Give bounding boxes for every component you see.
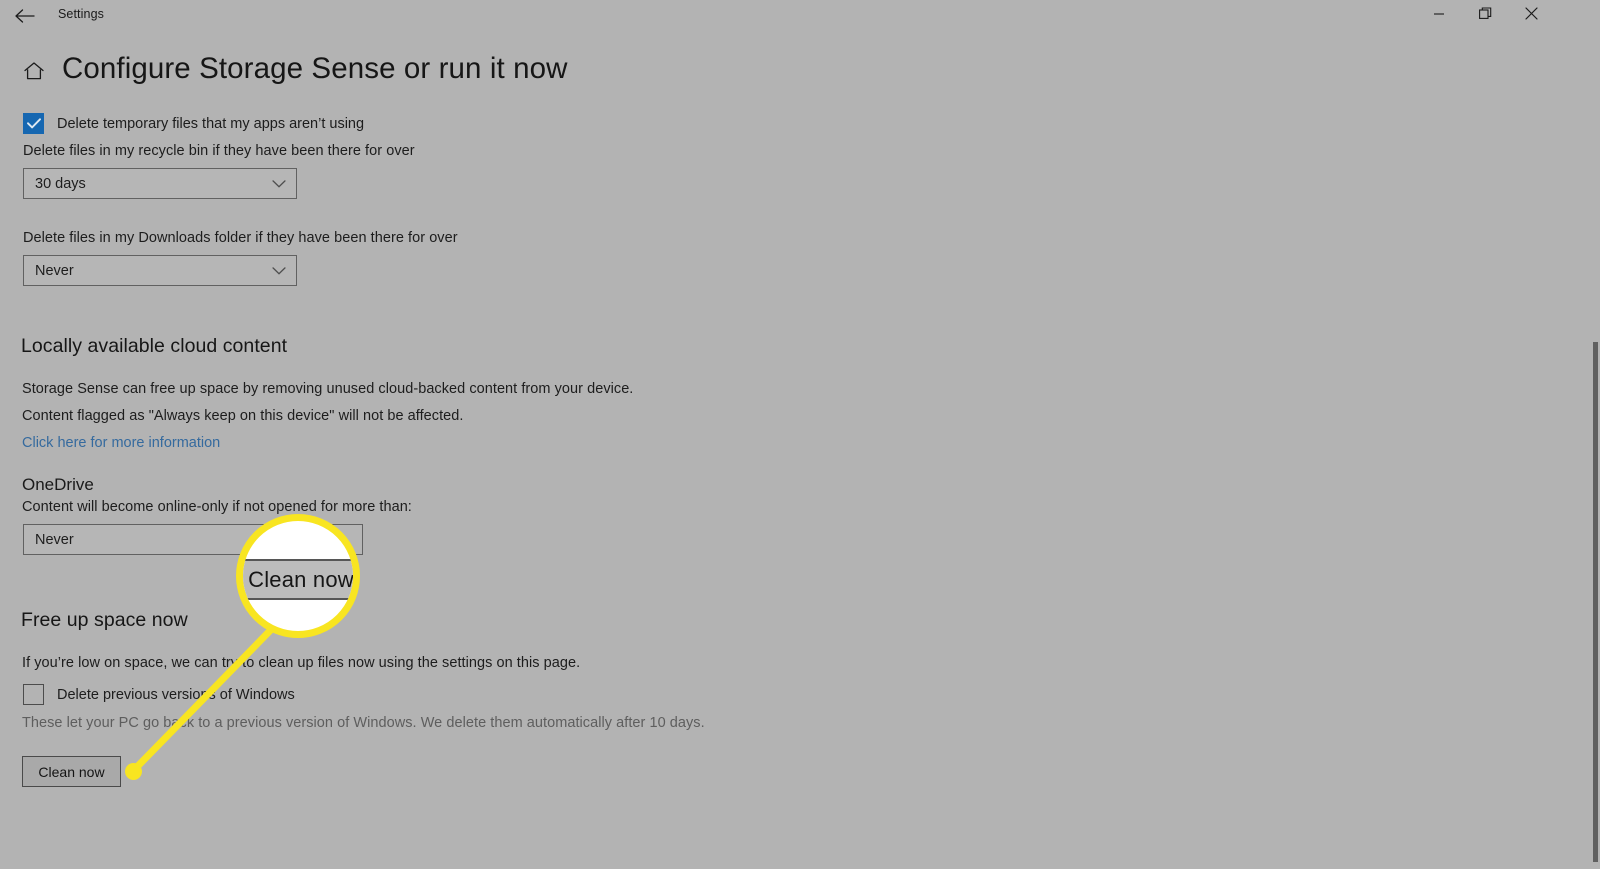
- delete-temp-files-label: Delete temporary files that my apps aren…: [57, 115, 365, 132]
- magnified-clean-now-button: Clean now: [243, 559, 354, 600]
- restore-icon: [1478, 6, 1492, 25]
- onedrive-dropdown[interactable]: Never: [23, 524, 363, 555]
- recycle-bin-dropdown-value: 30 days: [35, 175, 86, 192]
- recycle-bin-dropdown[interactable]: 30 days: [23, 168, 297, 199]
- title-bar: Settings: [0, 0, 1600, 32]
- downloads-dropdown[interactable]: Never: [23, 255, 297, 286]
- chevron-down-icon: [272, 266, 286, 275]
- chevron-down-icon: [272, 179, 286, 188]
- close-button[interactable]: [1508, 0, 1554, 31]
- clean-now-button-label: Clean now: [38, 763, 105, 780]
- onedrive-description: Content will become online-only if not o…: [22, 499, 412, 515]
- checkbox-unchecked-icon: [23, 684, 44, 705]
- magnified-clean-now-label: Clean now: [248, 566, 354, 592]
- maximize-button[interactable]: [1462, 0, 1508, 31]
- cloud-content-line2: Content flagged as "Always keep on this …: [22, 408, 464, 424]
- minimize-button[interactable]: [1416, 0, 1462, 31]
- delete-temp-files-checkbox[interactable]: Delete temporary files that my apps aren…: [23, 113, 364, 134]
- scrollbar-thumb[interactable]: [1593, 342, 1598, 862]
- scrollbar[interactable]: [1593, 32, 1600, 869]
- recycle-bin-label: Delete files in my recycle bin if they h…: [23, 143, 415, 159]
- checkbox-checked-icon: [23, 113, 44, 134]
- delete-previous-windows-label: Delete previous versions of Windows: [57, 686, 295, 703]
- downloads-dropdown-value: Never: [35, 262, 74, 279]
- back-arrow-icon: [15, 9, 35, 23]
- cloud-content-heading: Locally available cloud content: [21, 335, 288, 357]
- back-button[interactable]: [8, 2, 42, 30]
- downloads-label: Delete files in my Downloads folder if t…: [23, 230, 458, 246]
- clean-now-button[interactable]: Clean now: [22, 756, 121, 787]
- minimize-icon: [1433, 7, 1445, 25]
- more-information-link[interactable]: Click here for more information: [22, 435, 220, 451]
- free-up-space-description: If you’re low on space, we can try to cl…: [22, 655, 581, 671]
- free-up-space-heading: Free up space now: [21, 609, 188, 631]
- settings-window: Settings Configure Storage Sense or run …: [0, 0, 1600, 869]
- delete-previous-windows-note: These let your PC go back to a previous …: [22, 715, 705, 731]
- page-title: Configure Storage Sense or run it now: [62, 52, 568, 85]
- cloud-content-line1: Storage Sense can free up space by remov…: [22, 381, 634, 397]
- onedrive-heading: OneDrive: [22, 475, 94, 494]
- close-icon: [1524, 6, 1538, 25]
- onedrive-dropdown-value: Never: [35, 531, 74, 548]
- callout-endpoint-dot: [125, 763, 142, 780]
- home-icon[interactable]: [21, 58, 47, 84]
- app-title: Settings: [58, 7, 104, 21]
- delete-previous-windows-checkbox[interactable]: Delete previous versions of Windows: [23, 684, 295, 705]
